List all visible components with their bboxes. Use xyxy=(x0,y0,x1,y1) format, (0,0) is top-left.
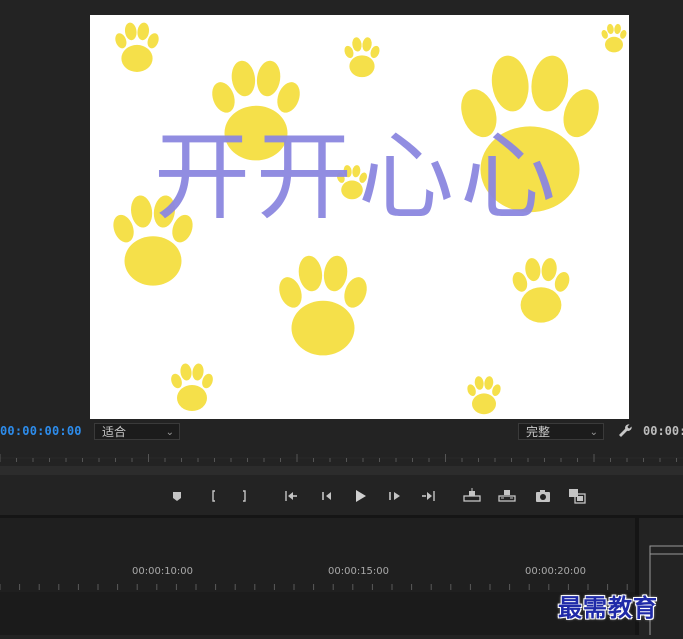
timeline-ruler-label: 00:00:15:00 xyxy=(328,566,390,577)
step-back-button[interactable] xyxy=(315,486,335,506)
extract-icon xyxy=(498,490,516,502)
play-icon xyxy=(356,490,366,502)
chevron-down-icon: ⌄ xyxy=(589,427,598,438)
timeline-track-area[interactable] xyxy=(0,592,635,635)
settings-wrench-button[interactable] xyxy=(616,422,634,440)
fit-dropdown[interactable]: 适合 ⌄ xyxy=(94,423,180,440)
camera-icon xyxy=(536,490,550,502)
go-to-in-button[interactable] xyxy=(281,486,301,506)
playback-resolution-dropdown[interactable]: 完整 ⌄ xyxy=(518,423,604,440)
transport-controls xyxy=(0,478,683,514)
monitor-time-ruler[interactable] xyxy=(0,446,683,466)
duration-timecode: 00:00: xyxy=(643,424,683,438)
watermark-text: 最需教育 xyxy=(558,594,658,622)
chevron-down-icon: ⌄ xyxy=(165,427,174,438)
add-marker-button[interactable] xyxy=(167,486,187,506)
fit-dropdown-value: 适合 xyxy=(102,425,127,439)
go-to-out-button[interactable] xyxy=(419,486,439,506)
timeline-ruler-label: 00:00:10:00 xyxy=(132,566,194,577)
playback-resolution-value: 完整 xyxy=(526,425,551,439)
play-button[interactable] xyxy=(350,486,370,506)
mark-out-icon xyxy=(243,490,246,502)
step-forward-icon xyxy=(389,492,400,500)
button-editor-button[interactable] xyxy=(567,486,587,506)
marker-icon xyxy=(173,492,181,501)
wrench-icon xyxy=(619,424,632,437)
mark-out-button[interactable] xyxy=(235,486,255,506)
export-frame-button[interactable] xyxy=(533,486,553,506)
mark-in-button[interactable] xyxy=(203,486,223,506)
go-to-in-icon xyxy=(285,491,297,501)
lift-button[interactable] xyxy=(462,486,482,506)
lift-icon xyxy=(463,488,481,502)
step-forward-button[interactable] xyxy=(386,486,406,506)
program-monitor-frame: 开开心心 xyxy=(90,15,629,419)
go-to-out-icon xyxy=(422,491,435,501)
mark-in-icon xyxy=(212,490,215,502)
frame-title-text: 开开心心 xyxy=(154,121,562,233)
timeline-time-ruler[interactable] xyxy=(0,578,635,592)
extract-button[interactable] xyxy=(497,486,517,506)
button-editor-icon xyxy=(569,489,586,504)
step-back-icon xyxy=(322,492,331,500)
timeline-ruler-label: 00:00:20:00 xyxy=(525,566,587,577)
playhead-timecode[interactable]: 00:00:00:00 xyxy=(0,424,82,438)
monitor-scrub-bar[interactable] xyxy=(0,466,683,475)
